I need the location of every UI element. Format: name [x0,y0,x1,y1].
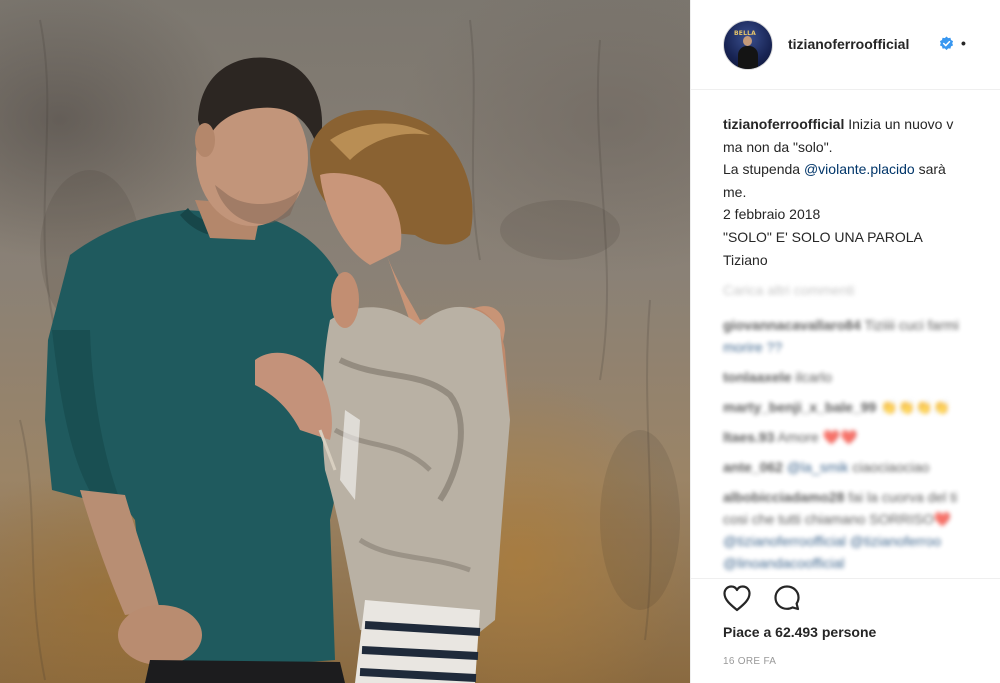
caption-line-3: La stupenda @violante.placido sarà [723,158,1000,181]
comment-username[interactable]: tonlaaxele [723,369,791,385]
comment-text: ciaociaociao [848,459,930,475]
caption-line-5: 2 febbraio 2018 [723,206,821,223]
comment-icon[interactable] [773,584,801,612]
avatar-figure-body [738,46,758,69]
verified-badge-icon [939,36,954,51]
comment-continuation: morire ?? [723,336,1000,358]
caption-author[interactable]: tizianoferroofficial [723,116,844,132]
comment-text-cont: morire ?? [723,339,783,355]
comment-username[interactable]: albobicciadamo28 [723,489,844,505]
comment-username[interactable]: marty_benji_x_bale_99 [723,399,876,415]
comment-username[interactable]: giovannacavallaro84 [723,317,861,333]
load-more-comments-link[interactable]: Carica altri commenti [723,282,854,298]
comment-text: 👏👏👏👏 [876,399,950,415]
heart-icon[interactable] [722,584,752,612]
likes-count[interactable]: Piace a 62.493 persone [723,624,876,640]
post-photo[interactable] [0,0,690,683]
comment-item: giovannacavallaro84 Tiziiii cuci farmi [723,314,1000,336]
comment-mentions[interactable]: @linoandacoofficial [723,555,844,571]
comment-item: albobicciadamo28 fai la cuorva del ti [723,486,1000,508]
caption-line-1: tizianoferroofficial Inizia un nuovo v [723,113,1000,136]
avatar-figure-head [743,36,752,46]
post-timestamp[interactable]: 16 ORE FA [723,656,776,667]
post-username[interactable]: tizianoferroofficial [788,36,909,52]
comment-text-cont: cosi che tutti chiamano SORRISO❤️ [723,511,952,527]
comment-item: marty_benji_x_bale_99 👏👏👏👏 [723,396,1000,418]
caption-text-3b: sarà [914,161,946,178]
comment-text: Tiziiii cuci farmi [860,317,959,333]
caption-text-1: Inizia un nuovo v [848,116,954,132]
actions-divider [691,578,1000,579]
comment-username[interactable]: ante_062 [723,459,783,475]
comment-username[interactable]: ltaes.93 [723,429,774,445]
comment-item: ltaes.93 Amore ❤️❤️ [723,426,1000,448]
comment-mentions[interactable]: @tizianoferroofficial @tizianoferroo [723,533,941,549]
photo-illustration [19,19,680,683]
comment-text: Amore ❤️❤️ [774,429,858,445]
post-header: BELLA tizianoferroofficial • [691,0,1000,90]
caption-line-7: Tiziano [723,251,768,268]
profile-avatar[interactable]: BELLA [723,20,773,70]
comment-continuation: @linoandacoofficial [723,552,1000,574]
comment-continuation: cosi che tutti chiamano SORRISO❤️ [723,508,1000,530]
comments-list: giovannacavallaro84 Tiziiii cuci farmi m… [723,314,1000,574]
caption-mention[interactable]: @violante.placido [804,161,915,177]
caption-line-2: ma non da "solo". [723,138,833,155]
caption-text-3a: La stupenda [723,161,804,178]
comment-continuation: @tizianoferroofficial @tizianoferroo [723,530,1000,552]
comment-item: ante_062 @la_smik ciaociaociao [723,456,1000,478]
comment-item: tonlaaxele ilcarlo [723,366,1000,388]
post-caption: tizianoferroofficial Inizia un nuovo v m… [723,113,1000,271]
comment-text: fai la cuorva del ti [844,489,958,505]
header-separator: • [961,35,966,51]
caption-line-6: "SOLO" E' SOLO UNA PAROLA [723,228,923,245]
caption-line-4: me. [723,183,747,200]
post-sidebar: BELLA tizianoferroofficial • tizianoferr… [690,0,1000,683]
comment-mention[interactable]: @la_smik [783,459,849,475]
comment-text: ilcarlo [791,369,832,385]
